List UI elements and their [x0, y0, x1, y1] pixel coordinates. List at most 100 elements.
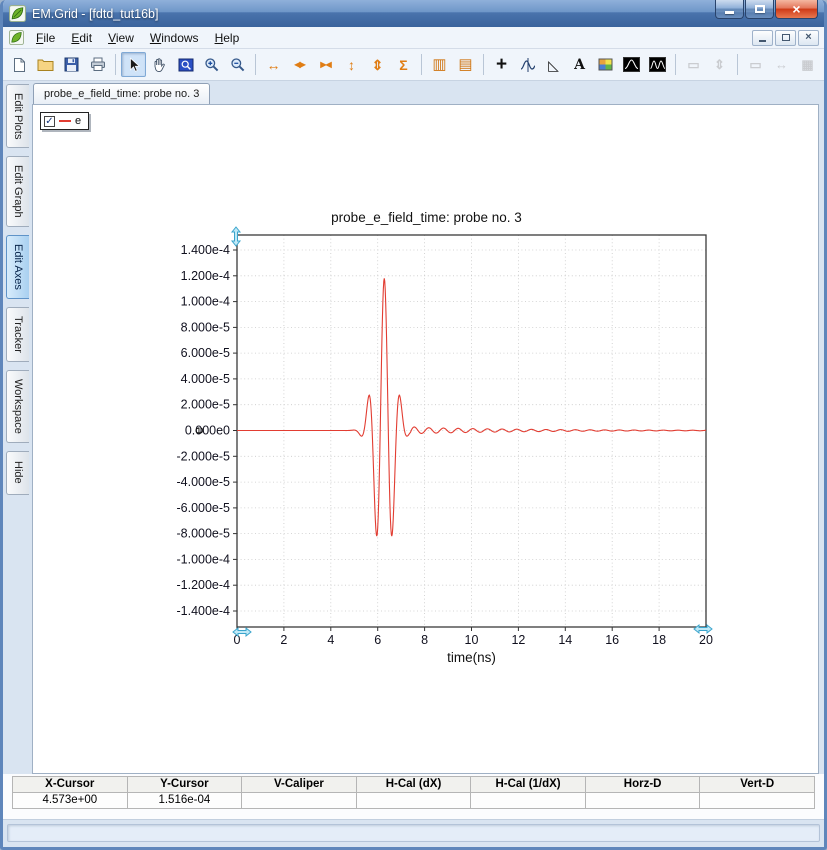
close-icon: × [792, 1, 801, 17]
grid-options-button: ▦ [795, 52, 820, 77]
svg-text:time(ns): time(ns) [447, 650, 496, 665]
status-bar [3, 819, 824, 847]
frame-zoom-button: ▭ [681, 52, 706, 77]
waveform-window-button[interactable] [619, 52, 644, 77]
window-title: EM.Grid - [fdtd_tut16b] [32, 6, 159, 21]
legend-checkbox[interactable]: ✓ [44, 115, 55, 127]
text-annotation-button[interactable]: A [567, 52, 592, 77]
expand-y-button[interactable]: ⇕ [365, 52, 390, 77]
mdi-restore-icon [781, 34, 790, 41]
readout-value-v-caliper [242, 793, 357, 809]
sidebar-tab-tracker[interactable]: Tracker [6, 306, 29, 362]
minimize-button[interactable] [715, 0, 744, 19]
readout-value-h-cal-dx [356, 793, 472, 809]
menubar: File Edit View Windows Help × [3, 27, 824, 49]
sidebar-tab-workspace[interactable]: Workspace [6, 369, 29, 443]
open-file-button[interactable] [33, 52, 58, 77]
app-window: EM.Grid - [fdtd_tut16b] × File Edit View Wi… [0, 0, 827, 850]
svg-text:6: 6 [374, 633, 381, 647]
mdi-close-button[interactable]: × [798, 29, 819, 46]
print-button[interactable] [85, 52, 110, 77]
scale-x-full-button[interactable]: ↔ [261, 52, 286, 77]
sidebar-tab-edit-axes[interactable]: Edit Axes [6, 235, 29, 299]
caliper-tool-button[interactable]: ◺ [541, 52, 566, 77]
zoom-window-button[interactable] [173, 52, 198, 77]
svg-text:-4.000e-5: -4.000e-5 [176, 475, 230, 489]
svg-text:-1.000e-4: -1.000e-4 [176, 552, 230, 566]
readout-value-vert-d [700, 793, 815, 809]
legend-series-label: e [75, 115, 82, 127]
chart-plot[interactable]: 1.400e-4 1.200e-4 1.000e-4 8.000e-5 6.000e-5… [33, 105, 818, 774]
zoom-out-button[interactable] [225, 52, 250, 77]
menu-view[interactable]: View [100, 29, 142, 47]
svg-text:20: 20 [699, 633, 713, 647]
save-file-button[interactable] [59, 52, 84, 77]
document-tab[interactable]: probe_e_field_time: probe no. 3 [33, 83, 211, 104]
menu-edit[interactable]: Edit [63, 29, 100, 47]
crosshair-button[interactable]: + [489, 52, 514, 77]
pan-hand-button[interactable] [147, 52, 172, 77]
vertical-sections-button[interactable]: ▥ [427, 52, 452, 77]
toolbar-separator [115, 54, 116, 75]
fit-vertical-icon: ⇕ [714, 57, 725, 72]
select-pointer-button[interactable] [121, 52, 146, 77]
waveform-window-icon [623, 57, 640, 72]
svg-text:1.000e-4: 1.000e-4 [181, 295, 230, 309]
toolbar: ↔ ◀▶ ▶◀ ↕ ⇕ Σ ▥ ▤ + ◺ A ▭ ⇕ ▭ ↔ ▦ [3, 49, 824, 81]
scale-y-full-button[interactable]: ↕ [339, 52, 364, 77]
expand-x-icon: ◀▶ [294, 59, 305, 69]
menu-help[interactable]: Help [207, 29, 248, 47]
readout-header-horz-d: Horz-D [585, 777, 701, 793]
close-button[interactable]: × [775, 0, 818, 19]
main-area: Edit Plots Edit Graph Edit Axes Tracker Work… [3, 81, 824, 774]
mdi-close-icon: × [805, 31, 812, 43]
waveform-overlay-icon [649, 57, 666, 72]
color-palette-button[interactable] [593, 52, 618, 77]
document-system-icon[interactable] [9, 30, 24, 45]
menu-file[interactable]: File [28, 29, 63, 47]
new-document-button[interactable] [7, 52, 32, 77]
expand-x-button[interactable]: ◀▶ [287, 52, 312, 77]
svg-text:4: 4 [327, 633, 334, 647]
color-palette-icon [598, 58, 613, 71]
svg-text:2.000e-5: 2.000e-5 [181, 398, 230, 412]
tracker-tool-button[interactable] [515, 52, 540, 77]
crosshair-icon: + [495, 53, 508, 75]
text-annotation-icon: A [574, 56, 585, 73]
grid-options-icon: ▦ [801, 57, 814, 72]
sidebar-tab-edit-graph[interactable]: Edit Graph [6, 156, 29, 228]
toolbar-separator [421, 54, 422, 75]
mdi-minimize-icon [759, 39, 766, 42]
fit-vertical-button: ⇕ [707, 52, 732, 77]
app-icon [9, 5, 26, 22]
status-field [7, 824, 820, 842]
plot-canvas[interactable]: ✓ e 1.400e-4 1.200e-4 1.000e-4 8.000e-5 6.00… [32, 104, 819, 774]
autoscale-icon: Σ [399, 56, 408, 73]
svg-text:14: 14 [558, 633, 572, 647]
open-file-icon [37, 59, 54, 71]
scale-y-full-icon: ↕ [348, 56, 355, 73]
svg-text:-2.000e-5: -2.000e-5 [176, 449, 230, 463]
legend[interactable]: ✓ e [40, 112, 90, 130]
horizontal-sections-button[interactable]: ▤ [453, 52, 478, 77]
maximize-button[interactable] [745, 0, 774, 19]
svg-text:1.400e-4: 1.400e-4 [181, 243, 230, 257]
new-document-icon [14, 57, 25, 72]
sidebar-tab-edit-plots[interactable]: Edit Plots [6, 84, 29, 149]
horizontal-sections-icon: ▤ [458, 56, 473, 73]
maximize-icon [754, 5, 765, 13]
mdi-minimize-button[interactable] [752, 29, 773, 46]
readout-header-h-cal-1-dx: H-Cal (1/dX) [471, 777, 586, 793]
readout-header-x-cursor: X-Cursor [13, 777, 128, 793]
zoom-in-button[interactable] [199, 52, 224, 77]
sidebar-tab-hide[interactable]: Hide [6, 450, 29, 495]
compress-x-icon: ▶◀ [320, 59, 331, 69]
svg-text:12: 12 [511, 633, 525, 647]
autoscale-button[interactable]: Σ [391, 52, 416, 77]
tracker-tool-icon [520, 57, 535, 72]
mdi-restore-button[interactable] [775, 29, 796, 46]
compress-x-button[interactable]: ▶◀ [313, 52, 338, 77]
menu-windows[interactable]: Windows [142, 29, 207, 47]
waveform-overlay-button[interactable] [645, 52, 670, 77]
document-tab-label: probe_e_field_time: probe no. 3 [44, 88, 200, 100]
